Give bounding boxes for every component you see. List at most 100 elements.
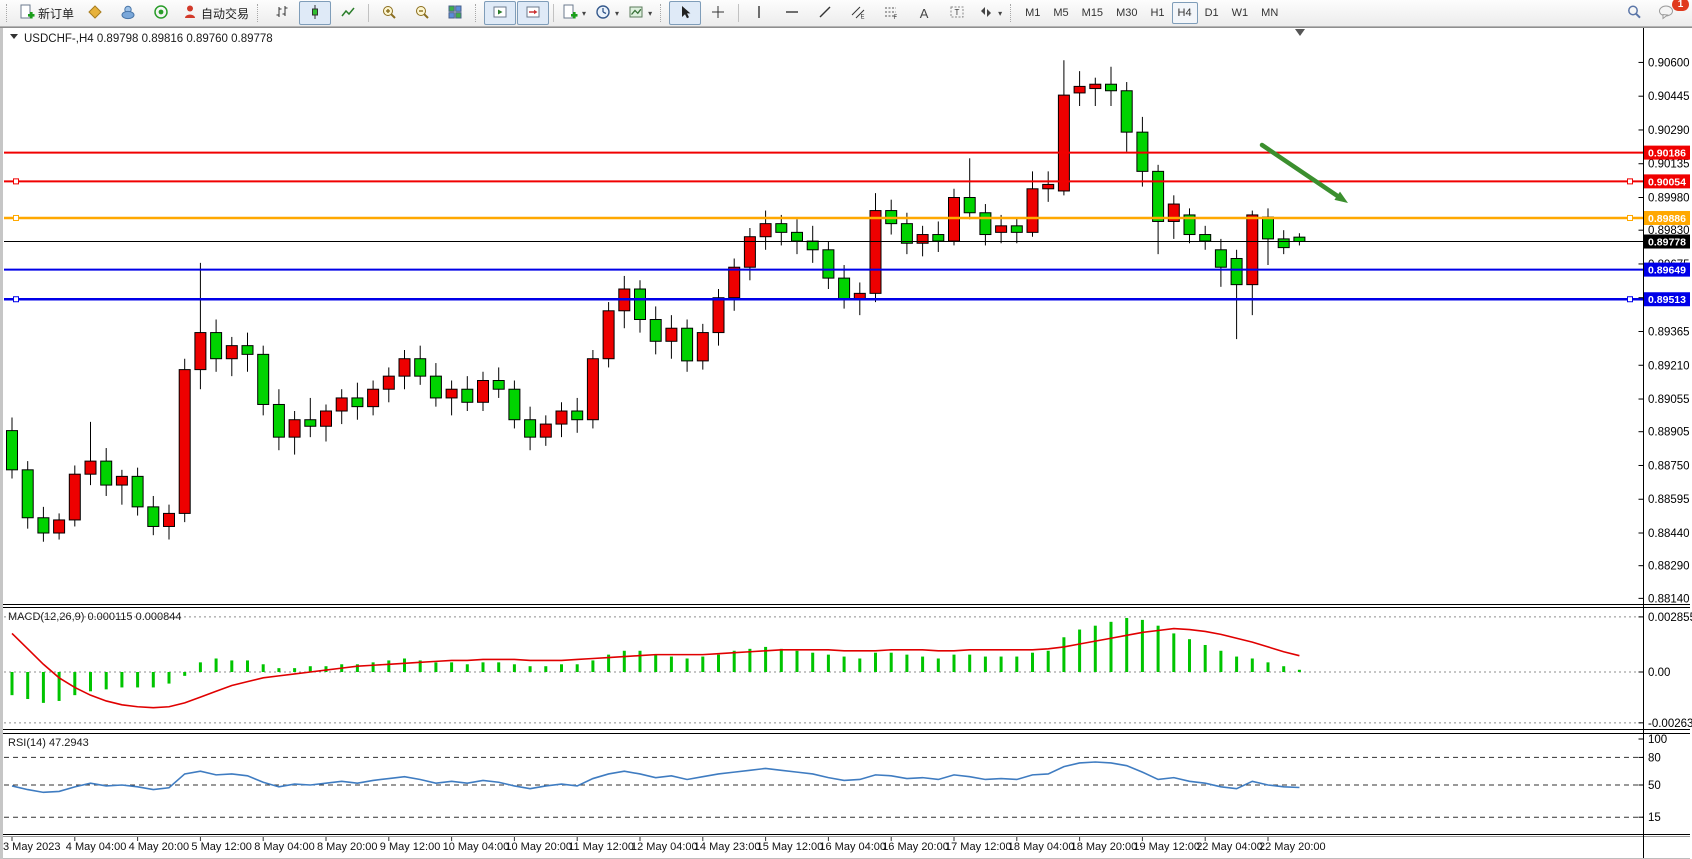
candle[interactable] bbox=[1215, 250, 1226, 267]
line-handle[interactable] bbox=[14, 179, 19, 184]
candle[interactable] bbox=[823, 250, 834, 278]
candle[interactable] bbox=[1043, 184, 1054, 188]
cursor-button[interactable] bbox=[669, 1, 701, 25]
candle[interactable] bbox=[760, 224, 771, 237]
candle[interactable] bbox=[603, 311, 614, 359]
crosshair-button[interactable] bbox=[702, 1, 734, 25]
chart-shift-button[interactable] bbox=[517, 1, 549, 25]
candle[interactable] bbox=[635, 289, 646, 320]
text-button[interactable]: A bbox=[908, 1, 940, 25]
toolbar-grip[interactable] bbox=[6, 4, 11, 22]
market-watch-button[interactable] bbox=[79, 1, 111, 25]
candle[interactable] bbox=[336, 398, 347, 411]
candle[interactable] bbox=[352, 398, 363, 407]
candle[interactable] bbox=[493, 381, 504, 390]
timeframe-M5[interactable]: M5 bbox=[1047, 2, 1074, 24]
candle[interactable] bbox=[1263, 217, 1274, 239]
candle[interactable] bbox=[54, 520, 65, 533]
candle[interactable] bbox=[415, 359, 426, 376]
candle[interactable] bbox=[1153, 171, 1164, 221]
candle[interactable] bbox=[321, 411, 332, 426]
candle[interactable] bbox=[226, 346, 237, 359]
horizontal-line-button[interactable] bbox=[776, 1, 808, 25]
candle[interactable] bbox=[509, 389, 520, 420]
candle[interactable] bbox=[572, 411, 583, 420]
zoom-in-button[interactable] bbox=[373, 1, 405, 25]
timeframe-M30[interactable]: M30 bbox=[1110, 2, 1143, 24]
line-handle[interactable] bbox=[1628, 297, 1633, 302]
chat-button[interactable]: 1 bbox=[1651, 1, 1683, 25]
candle[interactable] bbox=[839, 278, 850, 300]
line-handle[interactable] bbox=[1628, 215, 1633, 220]
candle[interactable] bbox=[258, 354, 269, 404]
candle[interactable] bbox=[996, 226, 1007, 233]
candle[interactable] bbox=[399, 359, 410, 376]
candle[interactable] bbox=[682, 328, 693, 361]
auto-scroll-button[interactable] bbox=[484, 1, 516, 25]
candle[interactable] bbox=[1247, 215, 1258, 285]
new-order-button[interactable]: 新订单 bbox=[15, 1, 78, 25]
candle[interactable] bbox=[101, 461, 112, 485]
candle[interactable] bbox=[949, 198, 960, 242]
candle[interactable] bbox=[666, 328, 677, 341]
candle[interactable] bbox=[38, 518, 49, 533]
candle[interactable] bbox=[242, 346, 253, 355]
trendline-button[interactable] bbox=[809, 1, 841, 25]
candle[interactable] bbox=[729, 267, 740, 298]
candle[interactable] bbox=[1121, 91, 1132, 132]
autotrading-button[interactable]: 自动交易 bbox=[178, 1, 253, 25]
candle[interactable] bbox=[1058, 95, 1069, 191]
toolbar-grip[interactable] bbox=[660, 4, 665, 22]
candle[interactable] bbox=[540, 424, 551, 437]
candle[interactable] bbox=[1011, 226, 1022, 233]
toolbar-grip[interactable] bbox=[1010, 4, 1015, 22]
candle[interactable] bbox=[368, 389, 379, 406]
candle[interactable] bbox=[1231, 259, 1242, 285]
candle[interactable] bbox=[1106, 84, 1117, 91]
candle[interactable] bbox=[1074, 86, 1085, 93]
candle[interactable] bbox=[713, 298, 724, 333]
candle[interactable] bbox=[273, 404, 284, 437]
candle[interactable] bbox=[85, 461, 96, 474]
toolbar-grip[interactable] bbox=[257, 4, 262, 22]
candle[interactable] bbox=[1027, 189, 1038, 233]
candle[interactable] bbox=[446, 389, 457, 398]
line-handle[interactable] bbox=[1628, 179, 1633, 184]
candle[interactable] bbox=[980, 213, 991, 235]
candlestick-chart-button[interactable] bbox=[299, 1, 331, 25]
tile-windows-button[interactable] bbox=[439, 1, 471, 25]
candle[interactable] bbox=[179, 370, 190, 514]
candle[interactable] bbox=[901, 224, 912, 244]
templates-button[interactable]: ▾ bbox=[624, 1, 656, 25]
channel-button[interactable]: E bbox=[842, 1, 874, 25]
candle[interactable] bbox=[478, 381, 489, 403]
candle[interactable] bbox=[383, 376, 394, 389]
search-button[interactable] bbox=[1618, 1, 1650, 25]
candle[interactable] bbox=[7, 431, 18, 470]
candle[interactable] bbox=[776, 224, 787, 233]
candle[interactable] bbox=[195, 333, 206, 370]
indicators-button[interactable]: ▾ bbox=[558, 1, 590, 25]
chart-area[interactable]: USDCHF-,H4 0.89798 0.89816 0.89760 0.897… bbox=[0, 27, 1692, 859]
candle[interactable] bbox=[430, 376, 441, 398]
timeframe-H4[interactable]: H4 bbox=[1172, 2, 1198, 24]
zoom-out-button[interactable] bbox=[406, 1, 438, 25]
candle[interactable] bbox=[556, 411, 567, 424]
candle[interactable] bbox=[525, 420, 536, 437]
candle[interactable] bbox=[1090, 84, 1101, 88]
candle[interactable] bbox=[69, 474, 80, 520]
periods-button[interactable]: ▾ bbox=[591, 1, 623, 25]
timeframe-H1[interactable]: H1 bbox=[1144, 2, 1170, 24]
candle[interactable] bbox=[697, 333, 708, 361]
candle[interactable] bbox=[792, 232, 803, 241]
candle[interactable] bbox=[1278, 239, 1289, 248]
line-handle[interactable] bbox=[14, 297, 19, 302]
timeframe-W1[interactable]: W1 bbox=[1226, 2, 1255, 24]
candle[interactable] bbox=[587, 359, 598, 420]
candle[interactable] bbox=[1200, 235, 1211, 242]
candle[interactable] bbox=[211, 333, 222, 359]
timeframe-D1[interactable]: D1 bbox=[1199, 2, 1225, 24]
candle[interactable] bbox=[870, 211, 881, 294]
candle[interactable] bbox=[132, 476, 143, 507]
text-label-button[interactable]: T bbox=[941, 1, 973, 25]
